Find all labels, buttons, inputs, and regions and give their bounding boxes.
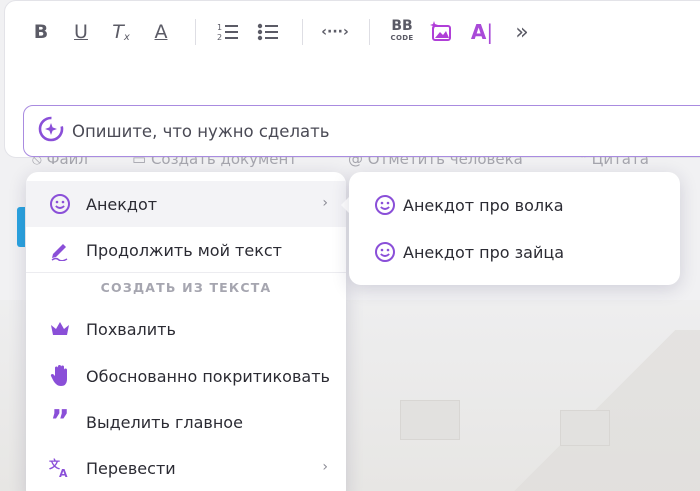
submenu-item-label: Анекдот про зайца (403, 242, 565, 262)
bulleted-list-icon[interactable] (254, 18, 282, 46)
smile-icon (373, 240, 397, 264)
toolbar-divider (369, 19, 370, 45)
toolbar-divider (302, 19, 303, 45)
text-ai-icon[interactable]: A | (468, 18, 496, 46)
menu-item-praise[interactable]: Похвалить (26, 306, 346, 352)
menu-item-label: Продолжить мой текст (86, 240, 282, 260)
menu-item-translate[interactable]: 文A Перевести › (26, 445, 346, 491)
ai-assistant-icon (38, 116, 64, 146)
hand-icon (48, 364, 72, 388)
translate-icon: 文A (48, 456, 72, 480)
menu-item-summarize[interactable]: ” Выделить главное (26, 399, 346, 445)
svg-text:2: 2 (217, 33, 222, 42)
background-window (560, 410, 610, 446)
toolbar-divider (195, 19, 196, 45)
image-ai-icon[interactable] (428, 18, 456, 46)
code-icon[interactable]: ‹···› (321, 18, 349, 46)
pen-icon (48, 238, 72, 262)
menu-item-continue-text[interactable]: Продолжить мой текст (26, 227, 346, 273)
side-tab (17, 207, 25, 247)
smile-icon (48, 192, 72, 216)
section-divider (26, 272, 346, 273)
formatting-toolbar: B U Tx A 12 ‹···› BB CODE A | » (5, 1, 700, 63)
bold-icon[interactable]: B (27, 18, 55, 46)
submenu-item-label: Анекдот про волка (403, 195, 564, 215)
menu-item-label: Обоснованно покритиковать (86, 366, 330, 386)
menu-item-label: Анекдот (86, 194, 158, 214)
menu-item-joke[interactable]: Анекдот › (26, 181, 346, 227)
menu-item-label: Перевести (86, 458, 176, 478)
ai-prompt-input[interactable] (72, 121, 572, 141)
text-color-icon[interactable]: A (147, 18, 175, 46)
joke-submenu: Анекдот про волка Анекдот про зайца (349, 172, 680, 285)
clear-format-icon[interactable]: Tx (107, 18, 135, 46)
crown-icon (48, 317, 72, 341)
menu-item-label: Похвалить (86, 319, 176, 339)
underline-icon[interactable]: U (67, 18, 95, 46)
ai-prompt-field[interactable] (23, 105, 700, 157)
svg-text:1: 1 (217, 23, 222, 32)
smile-icon (373, 193, 397, 217)
svg-text:A: A (59, 467, 68, 479)
menu-item-label: Выделить главное (86, 412, 243, 432)
submenu-item-hare-joke[interactable]: Анекдот про зайца (349, 229, 680, 275)
chevron-right-icon: › (322, 195, 328, 211)
ai-actions-menu: Анекдот › Продолжить мой текст СОЗДАТЬ И… (26, 172, 346, 491)
numbered-list-icon[interactable]: 12 (214, 18, 242, 46)
quote-icon: ” (50, 404, 70, 439)
section-title: СОЗДАТЬ ИЗ ТЕКСТА (100, 280, 272, 295)
background-window (400, 400, 460, 440)
menu-item-critique[interactable]: Обоснованно покритиковать (26, 353, 346, 399)
chevron-right-icon: › (322, 459, 328, 475)
more-icon[interactable]: » (508, 18, 536, 46)
submenu-item-wolf-joke[interactable]: Анекдот про волка (349, 182, 680, 228)
bbcode-icon[interactable]: BB CODE (388, 18, 416, 46)
